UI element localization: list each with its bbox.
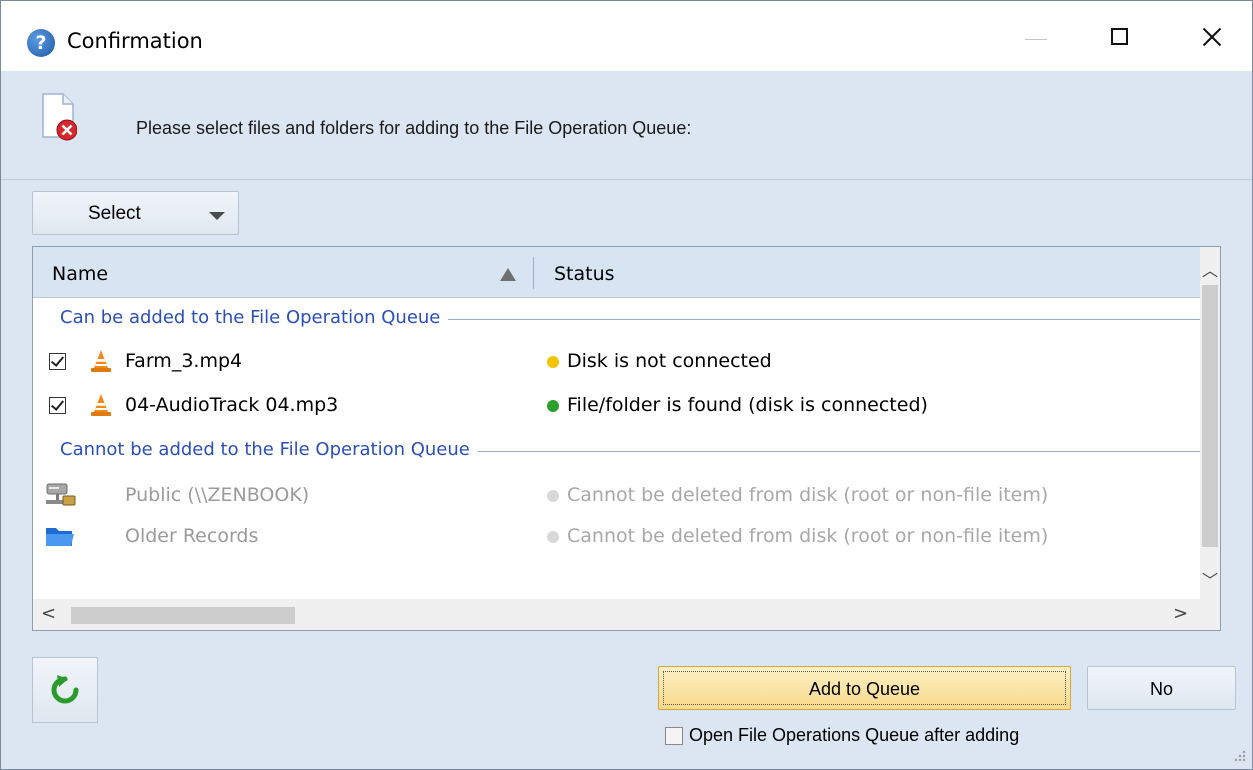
chevron-up-icon[interactable]: ︿ (1200, 257, 1220, 280)
vlc-cone-icon (91, 394, 111, 416)
item-name: 04-AudioTrack 04.mp3 (125, 394, 339, 416)
sort-ascending-icon (500, 268, 516, 281)
chevron-down-icon[interactable]: ﹀ (1200, 567, 1220, 590)
maximize-button[interactable] (1091, 17, 1151, 57)
header-area: Please select files and folders for addi… (1, 71, 1252, 180)
no-label: No (1149, 679, 1173, 699)
column-divider[interactable] (533, 257, 534, 289)
horizontal-scroll-thumb[interactable] (71, 607, 295, 624)
item-status: Disk is not connected (567, 350, 772, 372)
item-status: Cannot be deleted from disk (root or non… (567, 525, 1049, 547)
folder-icon (46, 528, 74, 546)
column-name-header[interactable]: Name (52, 263, 108, 285)
item-name: Farm_3.mp4 (125, 350, 243, 372)
help-question-icon: ? (27, 29, 55, 57)
chevron-right-icon[interactable]: > (1173, 603, 1188, 624)
network-server-icon (46, 483, 76, 506)
add-to-queue-label: Add to Queue (808, 679, 921, 699)
group-header-addable: Can be added to the File Operation Queue (33, 307, 1200, 335)
add-to-queue-button[interactable]: Add to Queue (658, 666, 1071, 710)
resize-grip-icon[interactable] (1233, 749, 1247, 763)
header-message: Please select files and folders for addi… (136, 118, 692, 138)
status-dot-icon (547, 531, 559, 543)
item-status: Cannot be deleted from disk (root or non… (567, 484, 1049, 506)
group-header-not-addable: Cannot be added to the File Operation Qu… (33, 439, 1200, 467)
list-item[interactable]: 04-AudioTrack 04.mp3 File/folder is foun… (33, 389, 1200, 425)
chevron-down-icon (209, 212, 225, 220)
group-label: Cannot be added to the File Operation Qu… (60, 439, 478, 460)
item-name: Public (\\ZENBOOK) (125, 484, 310, 506)
scrollbar-corner (1200, 599, 1220, 630)
status-dot-icon (547, 490, 559, 502)
column-header: Name Status (33, 247, 1200, 298)
window-title: Confirmation (67, 29, 203, 53)
open-queue-checkbox[interactable] (665, 727, 683, 745)
item-checkbox[interactable] (49, 397, 66, 414)
open-queue-label[interactable]: Open File Operations Queue after adding (689, 725, 1019, 746)
horizontal-scrollbar[interactable]: < > (33, 599, 1200, 630)
select-dropdown-button[interactable]: Select (32, 191, 239, 235)
refresh-icon (51, 675, 79, 704)
item-checkbox[interactable] (49, 353, 66, 370)
select-label: Select (88, 203, 141, 224)
vertical-scroll-thumb[interactable] (1202, 285, 1218, 547)
no-button[interactable]: No (1087, 666, 1236, 710)
list-item[interactable]: Farm_3.mp4 Disk is not connected (33, 345, 1200, 381)
group-label: Can be added to the File Operation Queue (60, 307, 449, 328)
vlc-cone-icon (91, 350, 111, 372)
column-status-header[interactable]: Status (554, 263, 615, 285)
title-bar: ? Confirmation (1, 1, 1252, 71)
item-name: Older Records (125, 525, 259, 547)
status-dot-icon (547, 356, 559, 368)
chevron-left-icon[interactable]: < (41, 603, 56, 624)
confirmation-dialog: ? Confirmation Please select files and f… (0, 0, 1253, 770)
list-item[interactable]: Public (\\ZENBOOK) Cannot be deleted fro… (33, 479, 1200, 515)
minimize-button[interactable] (1006, 17, 1066, 57)
status-dot-icon (547, 400, 559, 412)
refresh-button[interactable] (32, 657, 98, 723)
vertical-scrollbar[interactable]: ︿ ﹀ (1200, 247, 1220, 599)
delete-document-icon (42, 93, 77, 141)
list-item[interactable]: Older Records Cannot be deleted from dis… (33, 520, 1200, 556)
close-button[interactable] (1181, 17, 1241, 57)
file-list: Name Status Can be added to the File Ope… (32, 246, 1221, 631)
item-status: File/folder is found (disk is connected) (567, 394, 928, 416)
